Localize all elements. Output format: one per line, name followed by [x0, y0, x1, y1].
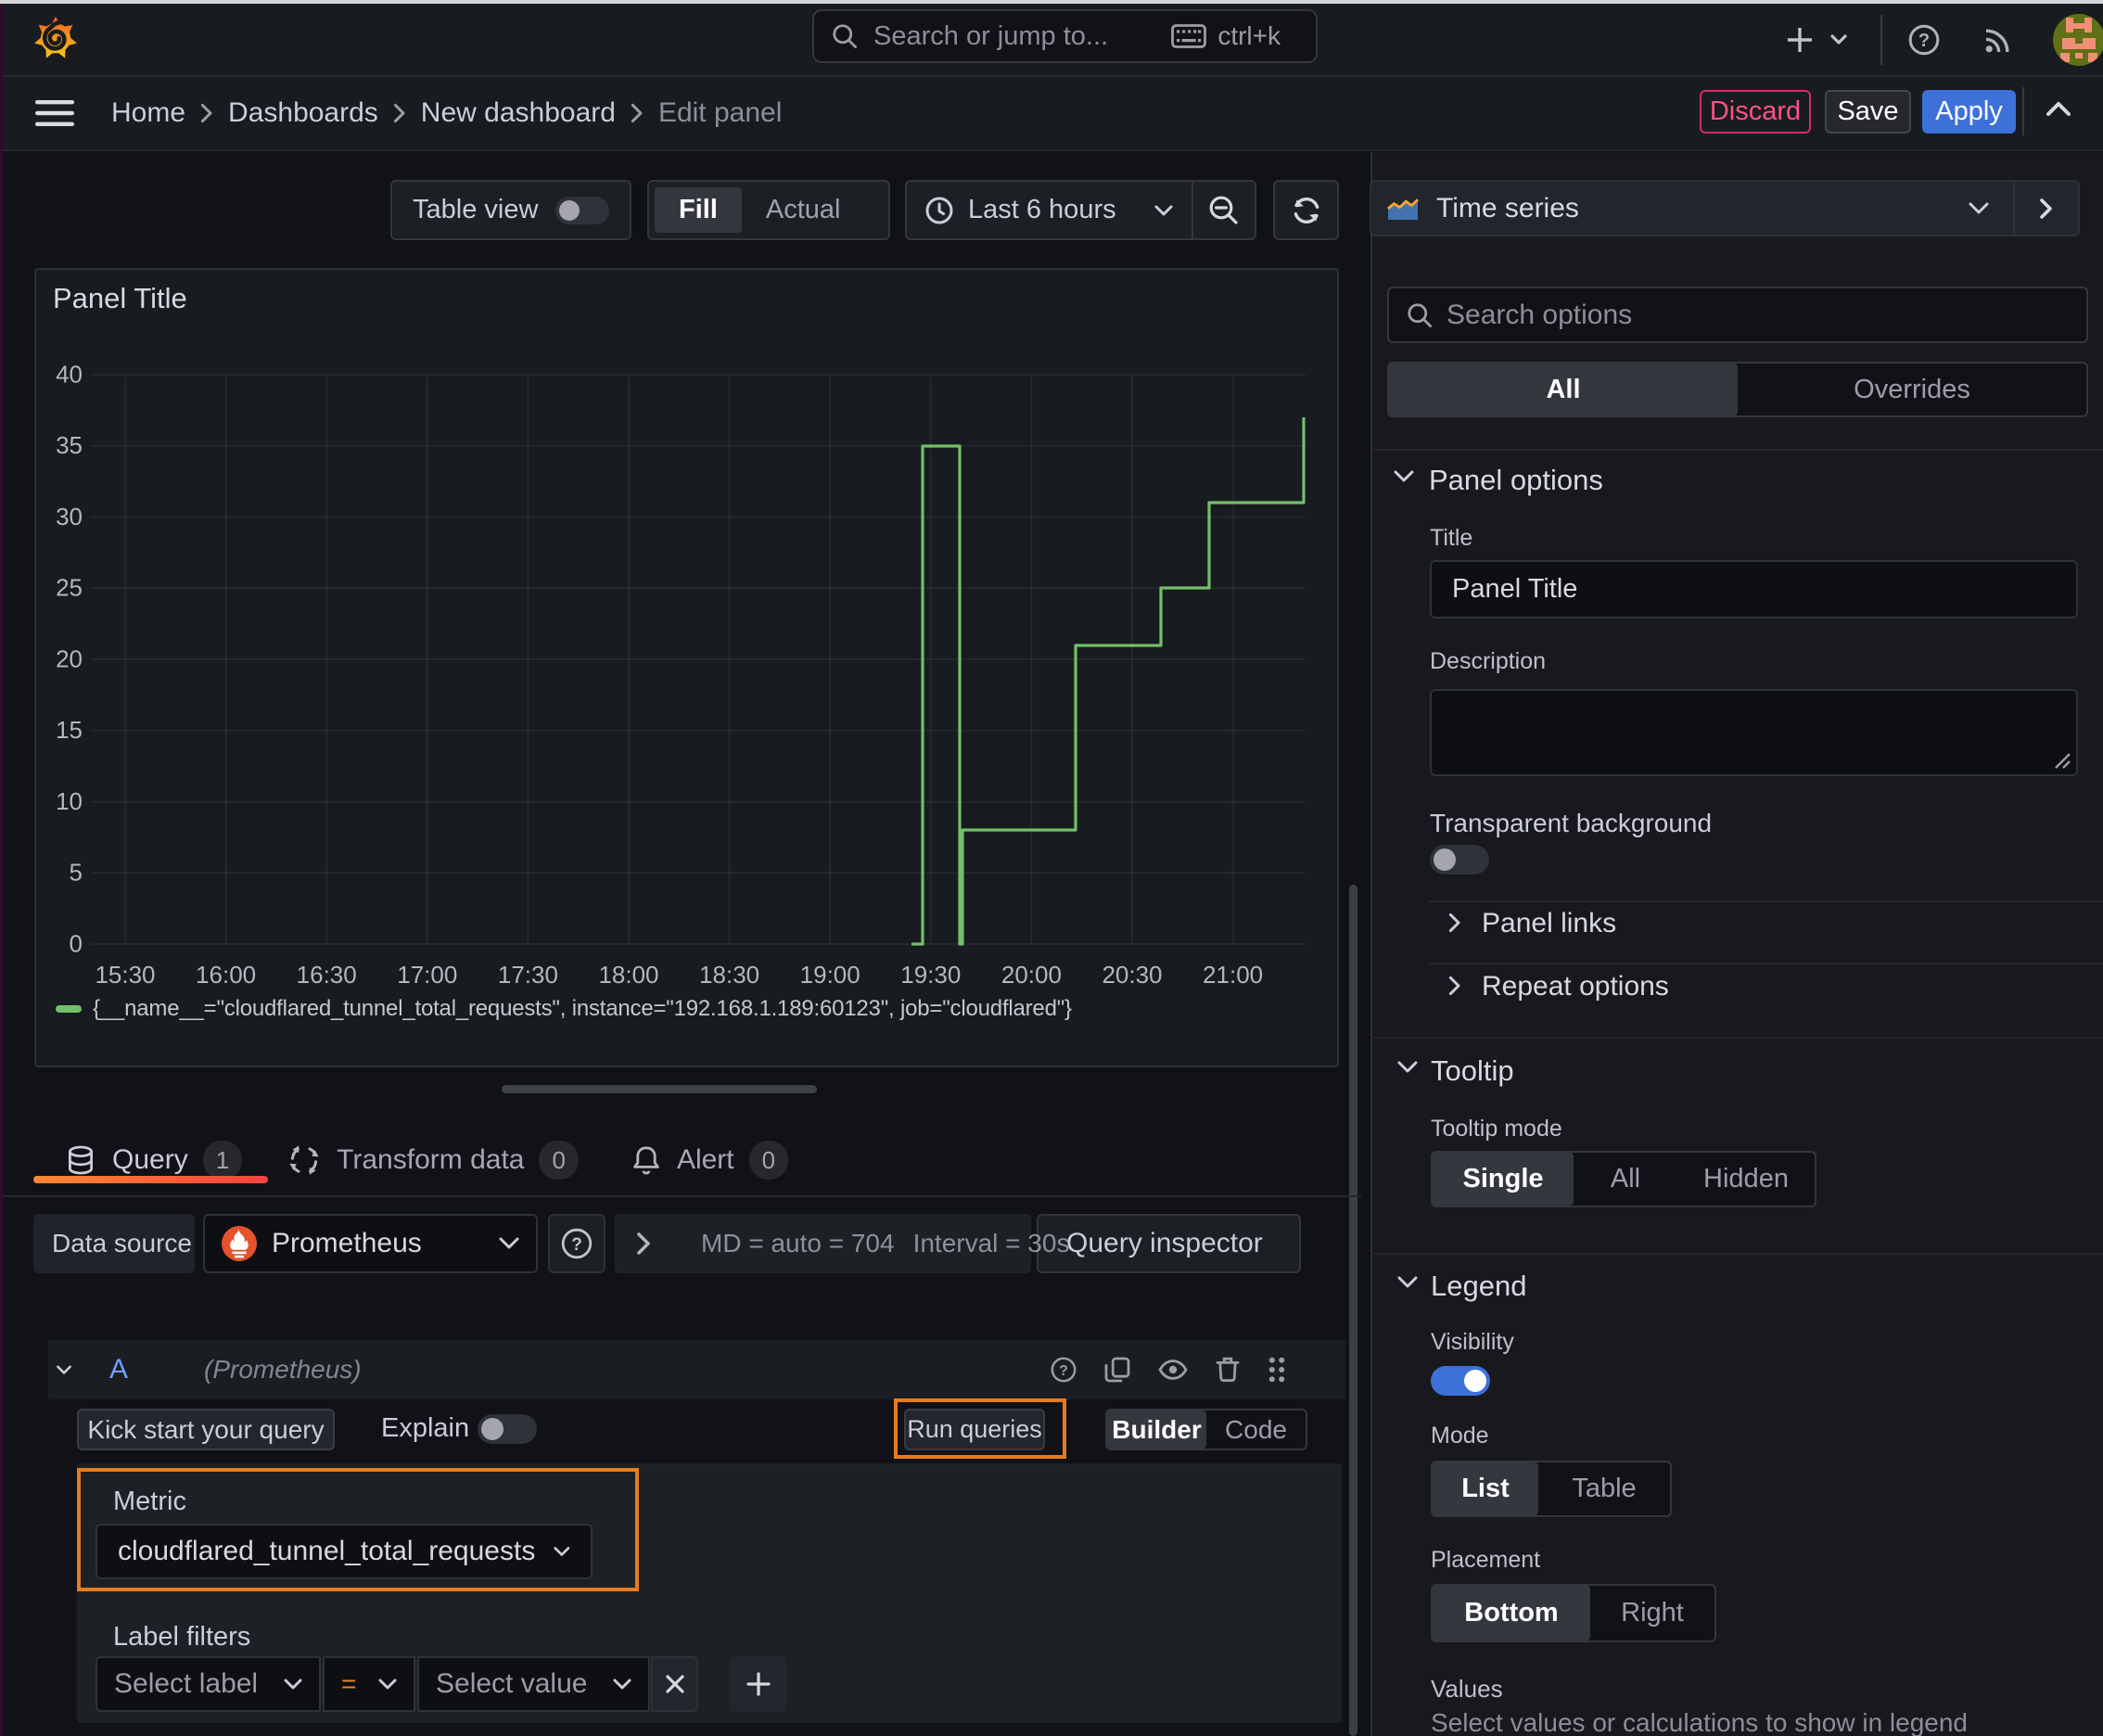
svg-text:16:00: 16:00 [196, 961, 256, 989]
svg-text:0: 0 [70, 929, 83, 957]
svg-text:17:00: 17:00 [397, 961, 457, 989]
svg-text:30: 30 [56, 503, 83, 530]
svg-text:21:00: 21:00 [1203, 961, 1263, 989]
svg-text:15: 15 [56, 716, 83, 744]
svg-text:18:30: 18:30 [699, 961, 759, 989]
svg-text:16:30: 16:30 [297, 961, 357, 989]
svg-text:18:00: 18:00 [598, 961, 658, 989]
svg-text:?: ? [1059, 1363, 1068, 1379]
svg-text:35: 35 [56, 431, 83, 459]
svg-text:20:00: 20:00 [1001, 961, 1062, 989]
svg-text:?: ? [1918, 31, 1930, 51]
svg-text:40: 40 [56, 360, 83, 388]
svg-text:10: 10 [56, 787, 83, 815]
svg-text:19:30: 19:30 [900, 961, 961, 989]
svg-text:19:00: 19:00 [800, 961, 860, 989]
svg-text:15:30: 15:30 [95, 961, 155, 989]
svg-text:5: 5 [70, 859, 83, 887]
svg-text:17:30: 17:30 [498, 961, 558, 989]
svg-text:25: 25 [56, 574, 83, 602]
svg-text:20: 20 [56, 645, 83, 672]
svg-text:?: ? [571, 1235, 582, 1255]
svg-text:20:30: 20:30 [1102, 961, 1162, 989]
